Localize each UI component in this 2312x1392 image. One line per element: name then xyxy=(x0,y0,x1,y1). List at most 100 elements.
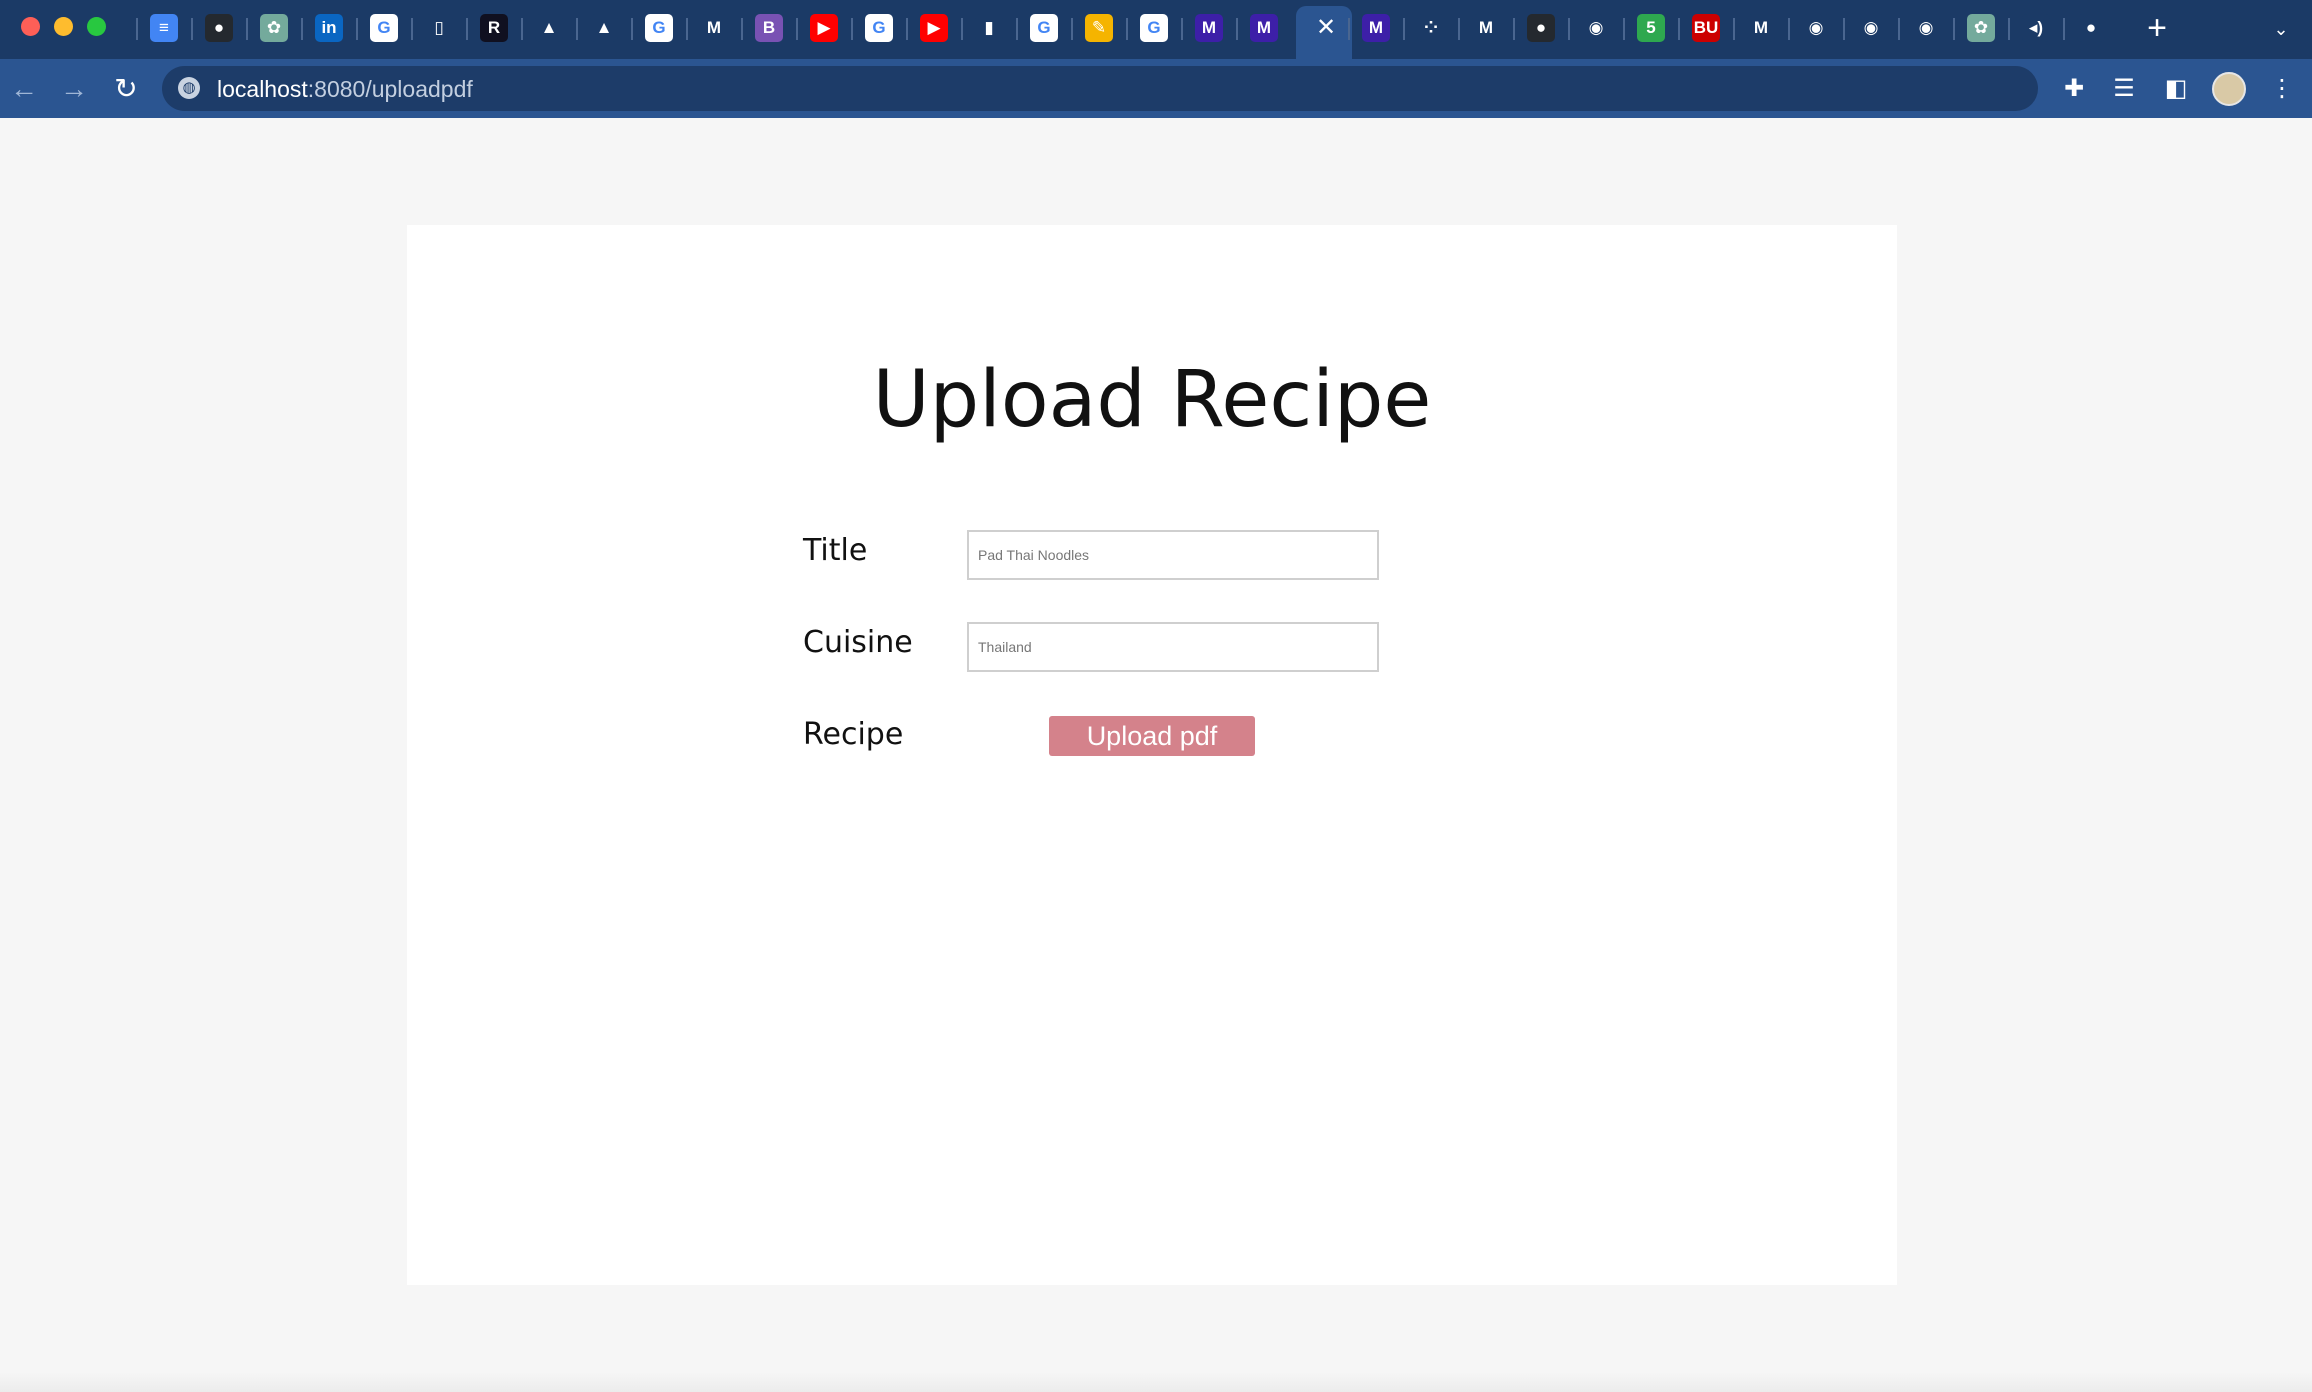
forward-arrow-icon[interactable]: → xyxy=(54,69,94,109)
apps-grid-icon[interactable]: ⁘ xyxy=(1417,14,1445,42)
r-app-icon[interactable]: R xyxy=(480,14,508,42)
tab-separator xyxy=(631,18,633,40)
analytics-icon[interactable]: ▮ xyxy=(975,14,1003,42)
tab-separator xyxy=(741,18,743,40)
chrome-icon[interactable]: ◉ xyxy=(1582,14,1610,42)
gmail-icon[interactable]: M xyxy=(1747,14,1775,42)
tab-separator xyxy=(1898,18,1900,40)
tab-separator xyxy=(796,18,798,40)
github-icon[interactable]: ● xyxy=(1527,14,1555,42)
tab-separator xyxy=(1071,18,1073,40)
audio-icon[interactable]: ◂) xyxy=(2022,14,2050,42)
gmail-icon[interactable]: M xyxy=(1472,14,1500,42)
reload-icon[interactable]: ↻ xyxy=(106,69,146,109)
profile-avatar[interactable] xyxy=(2212,72,2246,106)
google-drive-icon[interactable]: ▲ xyxy=(535,14,563,42)
tab-separator xyxy=(686,18,688,40)
m-app-icon[interactable]: M xyxy=(1195,14,1223,42)
tab-separator xyxy=(1568,18,1570,40)
gmail-icon[interactable]: M xyxy=(700,14,728,42)
tab-separator xyxy=(246,18,248,40)
chrome-icon[interactable]: ◉ xyxy=(1802,14,1830,42)
purple-orb-icon[interactable]: ● xyxy=(2077,14,2105,42)
page-title: Upload Recipe xyxy=(872,355,1432,445)
window-close-button[interactable] xyxy=(21,17,40,36)
google-icon[interactable]: G xyxy=(1140,14,1168,42)
recipe-label: Recipe xyxy=(803,717,904,752)
github-icon[interactable]: ● xyxy=(205,14,233,42)
tab-separator xyxy=(961,18,963,40)
cuisine-input[interactable] xyxy=(967,622,1379,672)
youtube-icon[interactable]: ▶ xyxy=(920,14,948,42)
tab-separator xyxy=(1733,18,1735,40)
chrome-icon[interactable]: ◉ xyxy=(1857,14,1885,42)
tab-separator xyxy=(1678,18,1680,40)
upload-pdf-button[interactable]: Upload pdf xyxy=(1049,716,1255,756)
tab-separator xyxy=(466,18,468,40)
tab-separator xyxy=(1236,18,1238,40)
tab-separator xyxy=(356,18,358,40)
notes-icon[interactable]: ✎ xyxy=(1085,14,1113,42)
site-info-icon[interactable]: ◍ xyxy=(178,77,200,99)
title-label: Title xyxy=(803,533,868,568)
tab-separator xyxy=(576,18,578,40)
green-doc-icon[interactable]: ▯ xyxy=(425,14,453,42)
google-icon[interactable]: G xyxy=(645,14,673,42)
google-docs-icon[interactable]: ≡ xyxy=(150,14,178,42)
window-maximize-button[interactable] xyxy=(87,17,106,36)
tab-separator xyxy=(2008,18,2010,40)
browser-menu-kebab-icon[interactable]: ⋮ xyxy=(2266,73,2298,105)
title-input[interactable] xyxy=(967,530,1379,580)
tab-separator xyxy=(1348,18,1350,40)
tab-separator xyxy=(1788,18,1790,40)
tab-separator xyxy=(2063,18,2065,40)
browser-toolbar: ← → ↻ ◍ localhost:8080/uploadpdf ✚ ☰ ◧ ⋮ xyxy=(0,59,2312,118)
m-app-icon[interactable]: M xyxy=(1362,14,1390,42)
url-host: localhost xyxy=(217,76,308,102)
tab-search-chevron-icon[interactable]: ⌄ xyxy=(2266,14,2296,44)
url-path: :8080/uploadpdf xyxy=(307,76,473,102)
tab-separator xyxy=(1016,18,1018,40)
tab-separator xyxy=(1843,18,1845,40)
address-bar[interactable]: ◍ localhost:8080/uploadpdf xyxy=(162,66,2038,111)
tab-separator xyxy=(521,18,523,40)
tab-strip: ≡ ● ✿ in G ▯ R ▲ ▲ G M B ▶ G ▶ ▮ G ✎ G M M ✕ M ⁘ M ● ◉ 5 BU M ◉ ◉ ◉ ✿ ◂)… xyxy=(0,0,2312,59)
media-queue-icon[interactable]: ☰ xyxy=(2108,73,2140,105)
tab-close-icon[interactable]: ✕ xyxy=(1312,14,1340,42)
bu-icon[interactable]: BU xyxy=(1692,14,1720,42)
bootstrap-icon[interactable]: B xyxy=(755,14,783,42)
tab-separator xyxy=(301,18,303,40)
page-bottom-edge xyxy=(0,1372,2312,1392)
new-tab-button[interactable]: + xyxy=(2140,11,2174,46)
tab-separator xyxy=(1403,18,1405,40)
chatgpt-icon[interactable]: ✿ xyxy=(1967,14,1995,42)
tab-separator xyxy=(1126,18,1128,40)
youtube-icon[interactable]: ▶ xyxy=(810,14,838,42)
tab-separator xyxy=(906,18,908,40)
tab-separator xyxy=(1513,18,1515,40)
tab-separator xyxy=(1181,18,1183,40)
chatgpt-icon[interactable]: ✿ xyxy=(260,14,288,42)
url-text[interactable]: localhost:8080/uploadpdf xyxy=(217,76,473,103)
linkedin-icon[interactable]: in xyxy=(315,14,343,42)
m-app-icon[interactable]: M xyxy=(1250,14,1278,42)
chat-badge-icon[interactable]: 5 xyxy=(1637,14,1665,42)
tab-separator xyxy=(851,18,853,40)
chrome-icon[interactable]: ◉ xyxy=(1912,14,1940,42)
side-panel-icon[interactable]: ◧ xyxy=(2160,73,2192,105)
extensions-puzzle-icon[interactable]: ✚ xyxy=(2058,73,2090,105)
google-icon[interactable]: G xyxy=(1030,14,1058,42)
google-drive-icon[interactable]: ▲ xyxy=(590,14,618,42)
tab-separator xyxy=(136,18,138,40)
tab-separator xyxy=(191,18,193,40)
google-icon[interactable]: G xyxy=(865,14,893,42)
tab-separator xyxy=(411,18,413,40)
tab-separator xyxy=(1953,18,1955,40)
cuisine-label: Cuisine xyxy=(803,625,913,660)
tab-separator xyxy=(1623,18,1625,40)
window-minimize-button[interactable] xyxy=(54,17,73,36)
upload-recipe-card: Upload Recipe Title Cuisine Recipe Uploa… xyxy=(407,225,1897,1285)
google-icon[interactable]: G xyxy=(370,14,398,42)
tab-separator xyxy=(1458,18,1460,40)
back-arrow-icon[interactable]: ← xyxy=(4,69,44,109)
